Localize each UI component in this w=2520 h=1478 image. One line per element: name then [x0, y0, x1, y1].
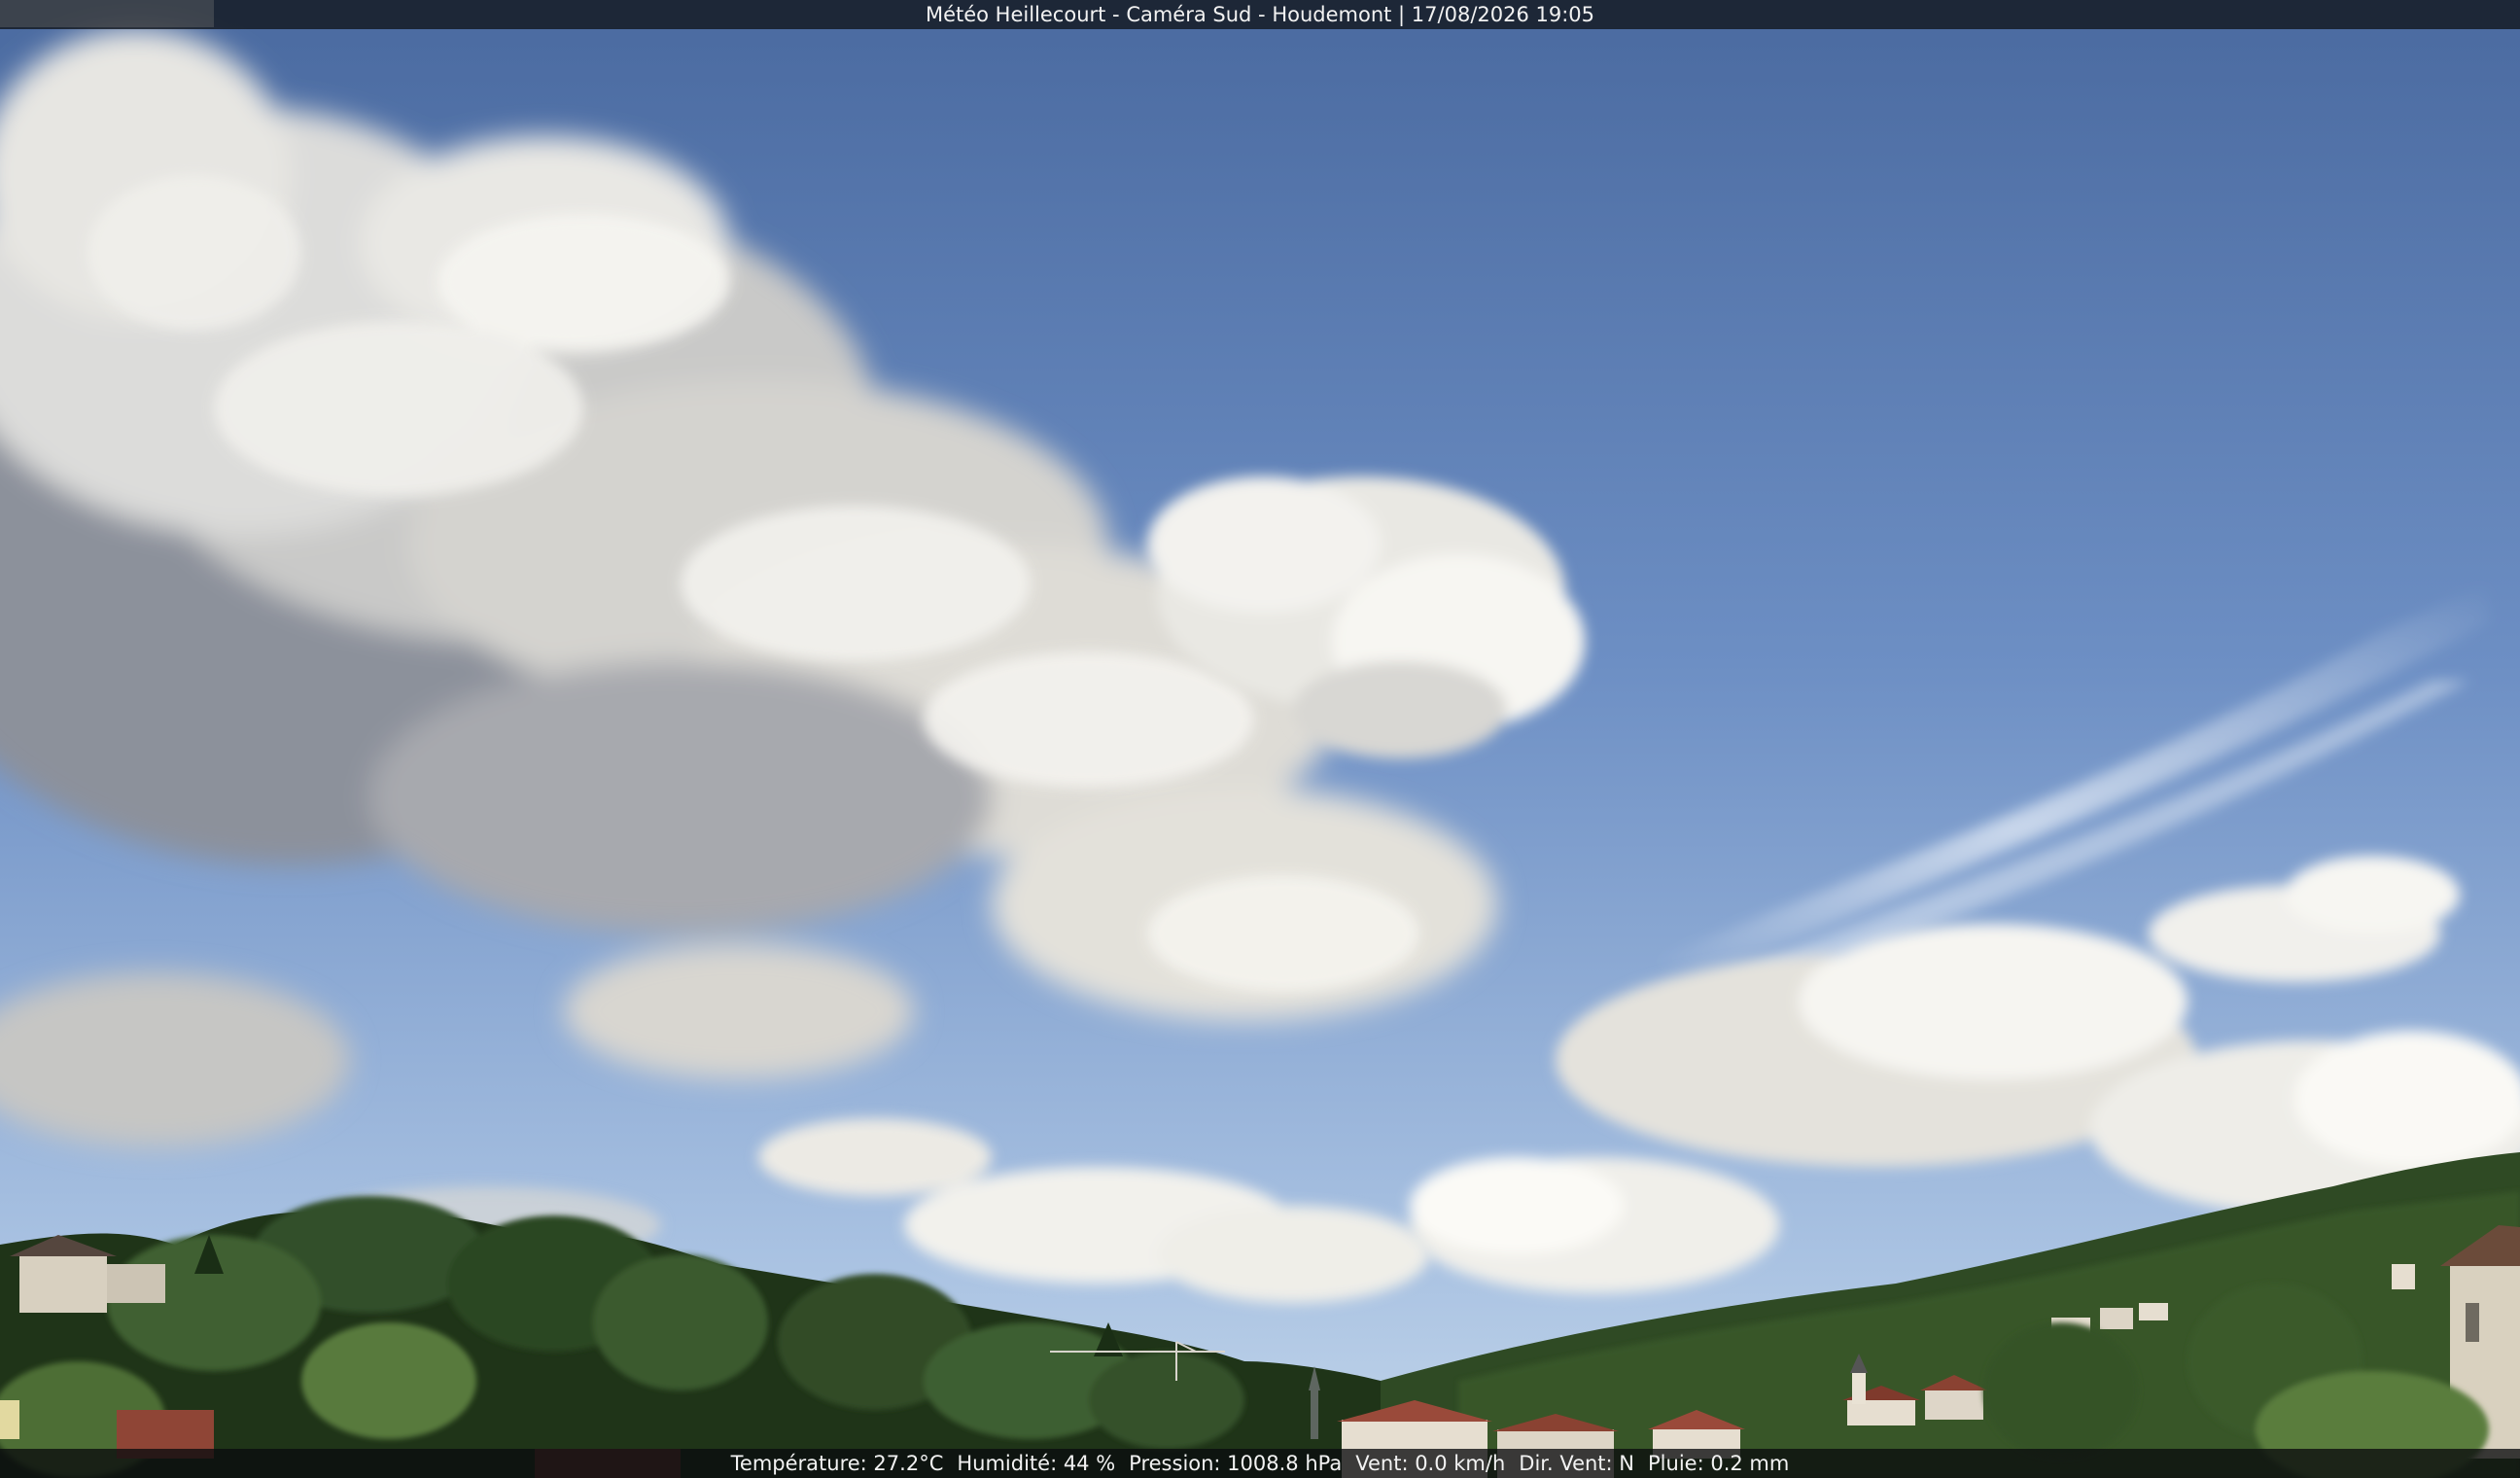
title-separator-2: -	[1251, 3, 1273, 26]
webcam-image	[0, 0, 2520, 1478]
humidity-reading: Humidité: 44 %	[957, 1452, 1116, 1475]
webcam-sky-scene	[0, 0, 2520, 1478]
camera-name: Caméra Sud	[1126, 3, 1252, 26]
rain-reading: Pluie: 0.2 mm	[1648, 1452, 1790, 1475]
capture-datetime: 17/08/2026 19:05	[1411, 3, 1595, 26]
title-separator-1: -	[1105, 3, 1127, 26]
camera-title-bar: Météo Heillecourt - Caméra Sud - Houdemo…	[0, 0, 2520, 29]
pressure-reading: Pression: 1008.8 hPa	[1129, 1452, 1343, 1475]
wind-speed-reading: Vent: 0.0 km/h	[1355, 1452, 1506, 1475]
temperature-reading: Température: 27.2°C	[730, 1452, 944, 1475]
station-name: Météo Heillecourt	[925, 3, 1106, 26]
corner-tab	[0, 0, 214, 27]
wind-direction-reading: Dir. Vent: N	[1519, 1452, 1635, 1475]
title-separator-3: |	[1391, 3, 1412, 26]
weather-readings-bar: Température: 27.2°C Humidité: 44 % Pressio…	[0, 1449, 2520, 1478]
location-name: Houdemont	[1272, 3, 1392, 26]
